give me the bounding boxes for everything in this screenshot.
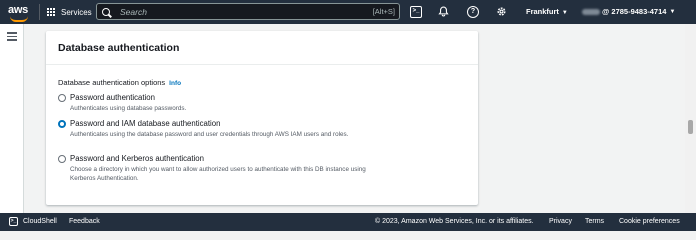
account-id: @ 2785-9483-4714 [602, 7, 667, 16]
search-icon [102, 7, 110, 16]
gear-icon[interactable] [495, 6, 507, 18]
terms-link[interactable]: Terms [585, 218, 604, 225]
radio-button[interactable] [58, 94, 66, 102]
terminal-icon: >_ [9, 217, 18, 226]
divider [39, 4, 40, 20]
caret-down-icon: ▼ [561, 10, 568, 16]
region-selector[interactable]: Frankfurt ▼ [526, 7, 568, 16]
cookie-preferences-link[interactable]: Cookie preferences [619, 218, 680, 225]
account-menu[interactable]: @ 2785-9483-4714 ▼ [582, 7, 675, 16]
option-title: Password authentication [70, 93, 155, 102]
region-label: Frankfurt [526, 7, 559, 16]
panel-title: Database authentication [58, 42, 180, 54]
feedback-link[interactable]: Feedback [69, 218, 100, 225]
option-description: Authenticates using the database passwor… [70, 131, 349, 138]
services-label: Services [61, 7, 92, 17]
privacy-link[interactable]: Privacy [549, 218, 572, 225]
services-menu-button[interactable]: Services [47, 5, 92, 19]
options-label-text: Database authentication options [58, 78, 166, 87]
scrollbar-thumb[interactable] [688, 120, 693, 134]
aws-logo-text: aws [8, 4, 28, 16]
option-description: Choose a directory in which you want to … [70, 166, 366, 182]
info-link[interactable]: Info [169, 80, 181, 87]
terminal-icon[interactable]: >_ [410, 6, 422, 18]
radio-button-selected[interactable] [58, 120, 66, 128]
divider [46, 64, 478, 65]
scrollbar[interactable] [685, 24, 696, 213]
option-title: Password and Kerberos authentication [70, 154, 204, 163]
aws-logo[interactable]: aws [8, 4, 34, 22]
search-input[interactable] [118, 5, 362, 18]
option-description: Authenticates using database passwords. [70, 105, 187, 112]
option-title: Password and IAM database authentication [70, 119, 221, 128]
radio-button[interactable] [58, 155, 66, 163]
grid-icon [47, 7, 56, 17]
copyright-text: © 2023, Amazon Web Services, Inc. or its… [375, 218, 534, 225]
search-bar[interactable]: [Alt+S] [96, 3, 400, 20]
options-label: Database authentication options Info [58, 78, 181, 87]
redacted-username [582, 8, 600, 15]
top-navigation-bar: aws Services [Alt+S] >_ ? Frankfurt▼ @ 2… [0, 0, 696, 24]
side-navigation [0, 24, 24, 213]
caret-down-icon: ▼ [669, 8, 676, 15]
database-authentication-panel: Database authentication Database authent… [46, 31, 478, 205]
aws-smile-icon [10, 16, 28, 22]
cloudshell-button[interactable]: >_ CloudShell [9, 217, 57, 226]
footer: >_ CloudShell Feedback © 2023, Amazon We… [0, 213, 696, 231]
menu-icon[interactable] [7, 32, 17, 41]
help-icon[interactable]: ? [467, 6, 479, 18]
search-shortcut: [Alt+S] [372, 7, 395, 16]
cloudshell-label: CloudShell [23, 218, 57, 225]
bell-icon[interactable] [437, 6, 449, 18]
